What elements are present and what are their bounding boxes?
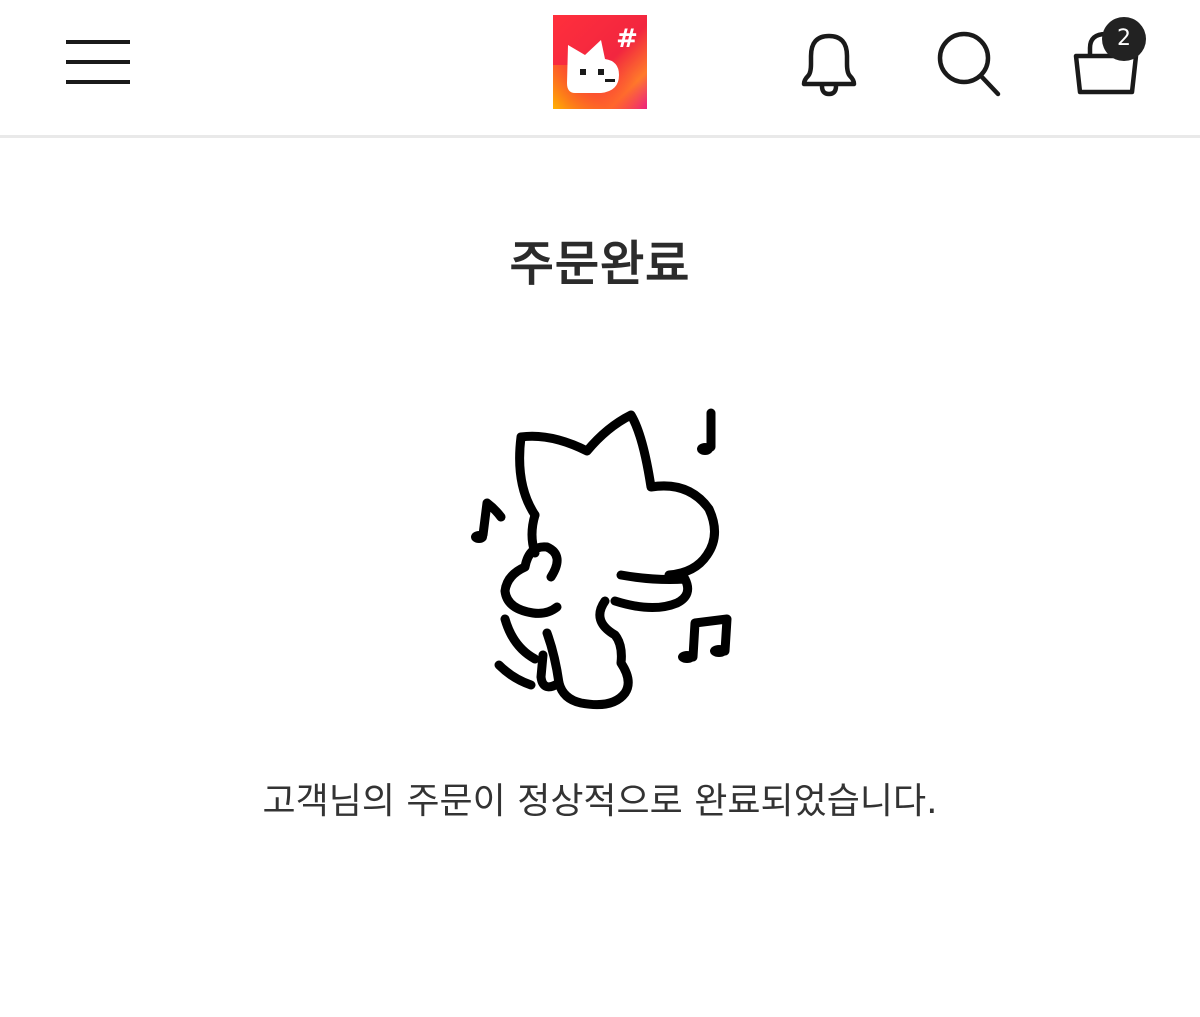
order-complete-illustration: [455, 395, 745, 725]
bell-icon: [801, 33, 857, 97]
notification-button[interactable]: [792, 26, 866, 102]
search-icon: [937, 31, 1001, 97]
order-complete-message: 고객님의 주문이 정상적으로 완료되었습니다.: [262, 781, 938, 822]
cart-count-badge: 2: [1102, 17, 1146, 61]
page-title: 주문완료: [509, 236, 691, 292]
top-header: # 2: [0, 0, 1200, 138]
search-button[interactable]: [932, 26, 1006, 102]
cat-hashtag-logo: #: [553, 15, 647, 109]
hamburger-menu-button[interactable]: [60, 34, 136, 90]
svg-text:#: #: [616, 24, 638, 54]
hamburger-menu-icon: [66, 40, 130, 84]
home-logo[interactable]: #: [553, 15, 647, 109]
dancing-cat-icon: [471, 408, 732, 710]
